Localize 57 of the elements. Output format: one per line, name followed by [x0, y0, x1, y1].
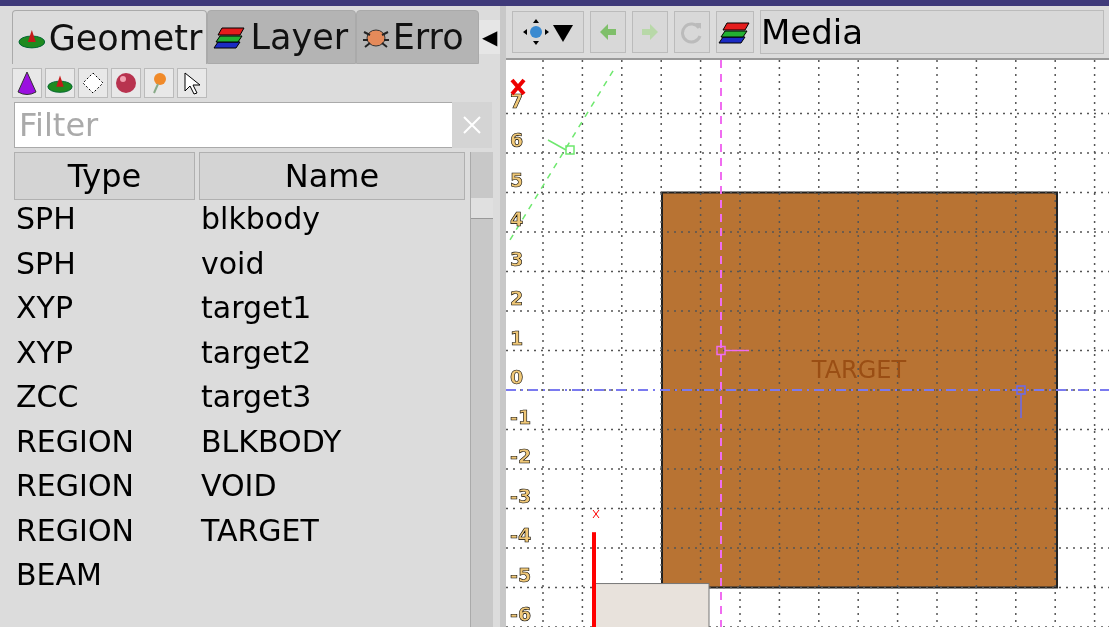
table-cell-text: XYP	[15, 289, 74, 328]
plane-handle[interactable]	[716, 345, 750, 356]
axis-tick-label: 4	[510, 208, 524, 230]
table-cell-text: REGION	[15, 422, 135, 461]
layer-button[interactable]	[716, 11, 754, 53]
table-cell-text: SPH	[15, 200, 77, 239]
table-cell-text: REGION	[15, 467, 135, 506]
tab-scroll-button[interactable]: ◀	[479, 20, 500, 54]
table-cell-text: VOID	[200, 467, 278, 506]
table-cell-text: void	[200, 244, 266, 283]
panel-tab[interactable]: Layer	[207, 10, 356, 64]
table-cell-text: TARGET	[200, 511, 320, 550]
axis-tick-label: 0	[510, 366, 524, 388]
axis-handle[interactable]	[1016, 385, 1026, 419]
axis-tick-label: -1	[510, 405, 532, 428]
table-cell-text: BLKBODY	[200, 422, 343, 461]
axis-tick-label: 5	[510, 168, 524, 191]
scrollbar[interactable]	[470, 152, 493, 627]
table-cell-text: ZCC	[15, 378, 80, 417]
cone-tool-button[interactable]	[12, 68, 42, 98]
shape-tool-button[interactable]	[78, 68, 108, 98]
guide-handle[interactable]	[547, 139, 575, 155]
axis-tick-label: 7	[510, 89, 524, 112]
view-mode-button[interactable]	[512, 11, 584, 53]
pointer-tool-button[interactable]	[177, 68, 207, 98]
table-cell-text: SPH	[15, 244, 77, 283]
table-cell-text: XYP	[15, 333, 74, 372]
axis-tick-label: 3	[510, 247, 524, 270]
column-header[interactable]: Name	[199, 152, 465, 200]
close-icon[interactable]	[510, 78, 526, 96]
axis-tick-label: -2	[510, 445, 532, 467]
geometry-tool-button[interactable]	[45, 68, 75, 98]
axis-tick-label: -3	[510, 484, 532, 507]
table-cell-text: target1	[200, 289, 313, 328]
sphere-tool-button[interactable]	[111, 68, 141, 98]
table-cell-text: target3	[200, 378, 313, 417]
axis-tick-label: -6	[510, 603, 532, 625]
axis-tick-label: 1	[510, 326, 524, 349]
beam-marker-icon	[592, 509, 600, 519]
table-cell-text: blkbody	[200, 200, 321, 239]
axis-tick-label: 6	[510, 129, 524, 151]
region-label: TARGET	[811, 356, 907, 384]
axis-tick-label: 2	[510, 287, 524, 309]
axis-tick-label: -4	[510, 524, 532, 546]
layer-selector[interactable]: Media	[760, 10, 1104, 54]
table-cell-text: target2	[200, 333, 313, 372]
table-cell-text: REGION	[15, 511, 135, 550]
globe-move-icon	[522, 18, 550, 46]
left-arrow-icon	[598, 22, 618, 42]
refresh-icon	[680, 20, 704, 44]
column-header[interactable]: Type	[14, 152, 195, 200]
filter-field[interactable]: Filter	[14, 102, 452, 148]
table-cell-text: BEAM	[15, 556, 103, 595]
panel-tab[interactable]: Erro	[355, 10, 480, 64]
axis-tick-label: -5	[510, 563, 532, 586]
panel-tab[interactable]: Geometr	[12, 10, 208, 64]
right-arrow-icon	[640, 22, 660, 42]
